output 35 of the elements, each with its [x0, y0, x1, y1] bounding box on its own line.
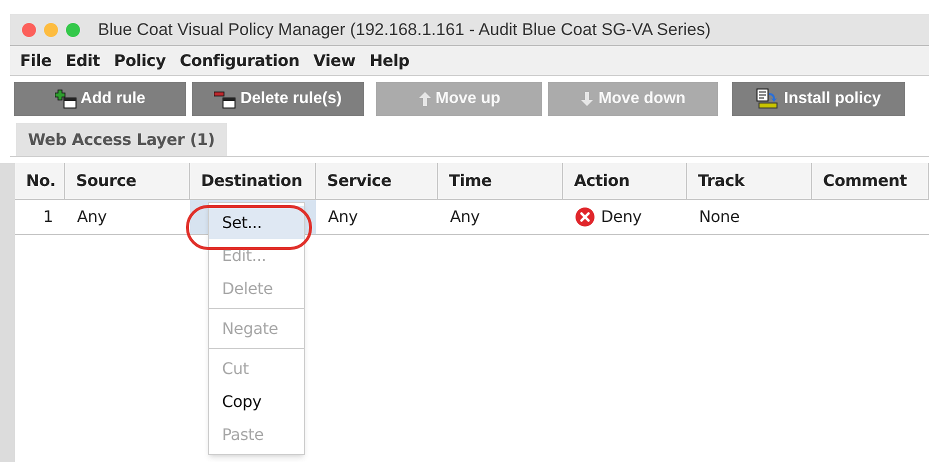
column-header[interactable]: Time — [438, 163, 563, 199]
window-title: Blue Coat Visual Policy Manager (192.168.1.161 - Audit Blue Coat SG-VA Series) — [98, 18, 711, 41]
delete-rule-icon — [214, 89, 236, 109]
column-header[interactable]: Destination — [190, 163, 316, 199]
add-rule-icon — [54, 89, 77, 109]
table-cell-text: Deny — [601, 206, 642, 228]
table-cell-text: None — [698, 206, 741, 228]
menu-item[interactable]: File — [20, 48, 52, 72]
menu-item[interactable]: Policy — [114, 48, 166, 72]
tab[interactable]: Web Access Layer (1) — [16, 123, 227, 156]
menu-item[interactable]: Edit — [66, 48, 100, 72]
column-header[interactable]: Action — [563, 163, 687, 199]
install-policy-icon — [756, 88, 780, 110]
table-cell-text: Any — [327, 206, 359, 228]
down-arrow-icon — [580, 91, 594, 107]
table-cell-text: Any — [449, 206, 481, 228]
menu-item[interactable]: Help — [369, 48, 410, 72]
menu-option[interactable]: Copy — [209, 385, 304, 418]
menu-option[interactable]: Set... — [209, 206, 304, 239]
column-header[interactable]: Comment — [812, 163, 929, 199]
close-icon[interactable] — [22, 22, 36, 36]
column-header[interactable]: Track — [687, 163, 812, 199]
column-header[interactable]: Service — [316, 163, 438, 199]
toolbar-button[interactable]: Install policy — [732, 82, 905, 116]
table-cell-text: 1 — [42, 206, 54, 228]
zoom-icon[interactable] — [66, 22, 80, 36]
menu-item[interactable]: View — [313, 48, 356, 72]
menu-item[interactable]: Configuration — [180, 48, 300, 72]
toolbar-button[interactable]: Add rule — [14, 82, 186, 116]
column-header[interactable]: No. — [15, 163, 65, 199]
table-cell-text: Any — [76, 206, 108, 228]
minimize-icon[interactable] — [44, 22, 58, 36]
column-header[interactable]: Source — [65, 163, 190, 199]
up-arrow-icon — [418, 91, 432, 107]
toolbar-button[interactable]: Delete rule(s) — [192, 82, 364, 116]
